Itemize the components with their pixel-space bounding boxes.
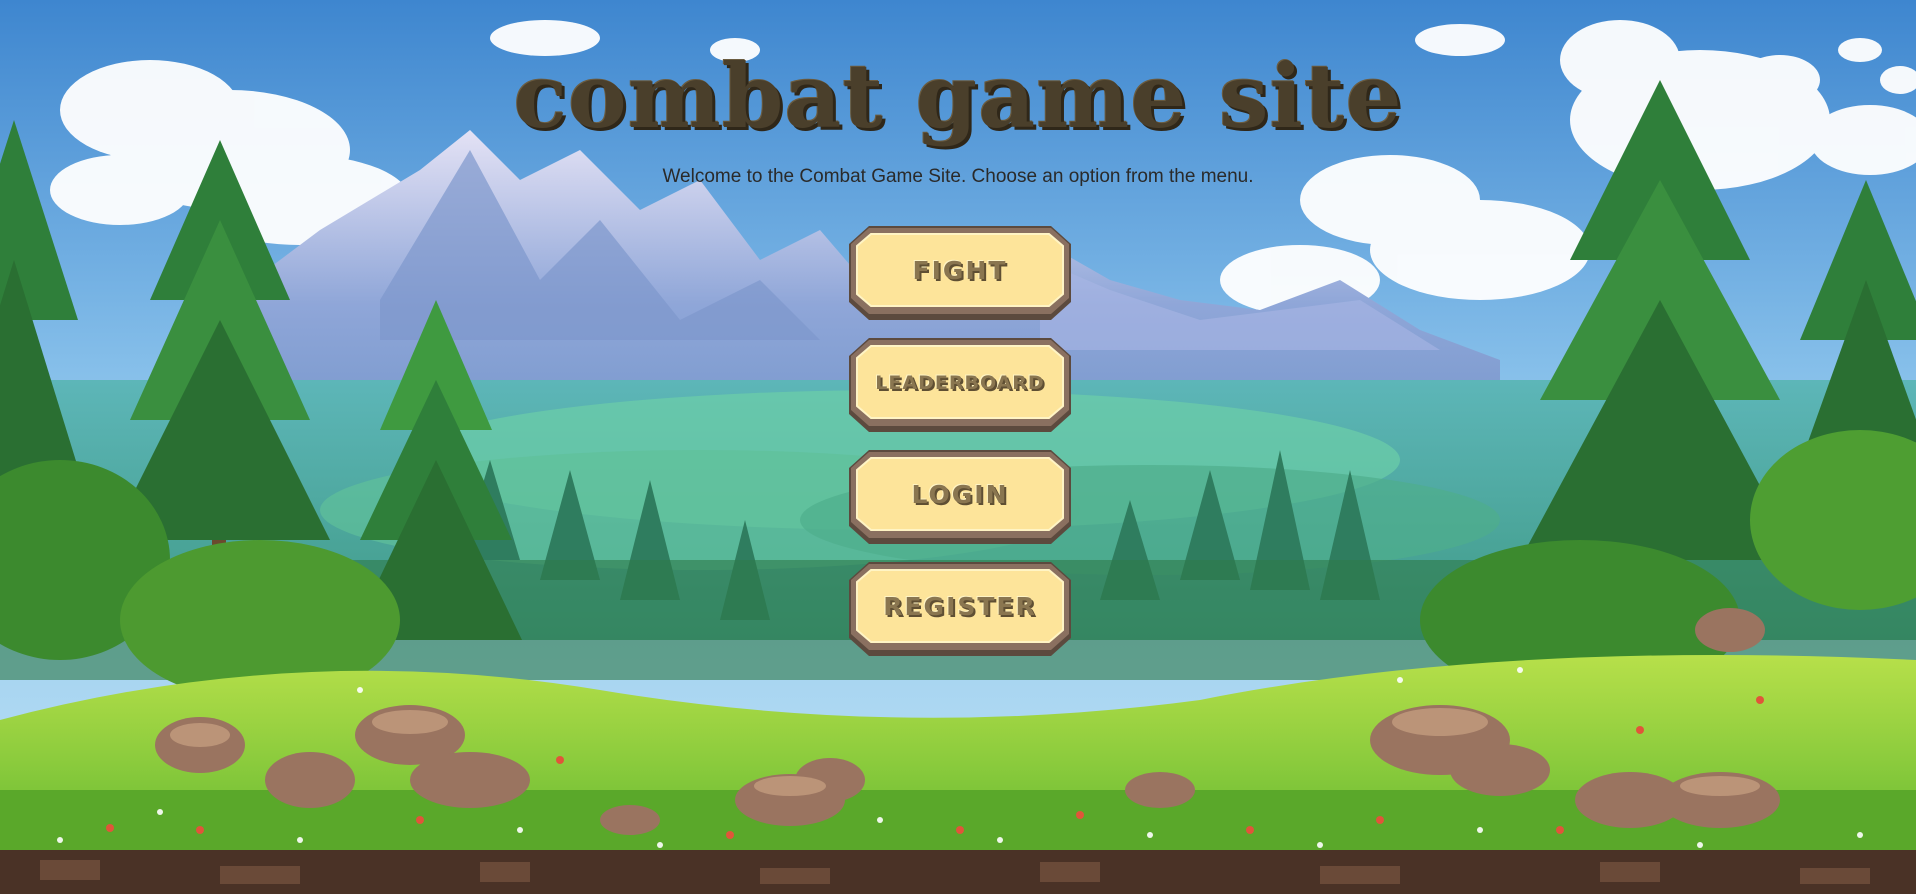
leaderboard-button-label: LEADERBOARD — [875, 372, 1045, 394]
register-button[interactable]: REGISTER — [849, 562, 1071, 656]
fight-button-label: FIGHT — [912, 256, 1008, 285]
welcome-text: Welcome to the Combat Game Site. Choose … — [662, 166, 1254, 187]
login-button[interactable]: LOGIN — [849, 450, 1071, 544]
main-menu: FIGHT LEADERBOARD LOGIN REGISTER — [849, 226, 1071, 674]
login-button-label: LOGIN — [911, 480, 1009, 509]
main-content: combat game site Welcome to the Combat G… — [0, 0, 1916, 894]
page-title: combat game site — [513, 44, 1403, 148]
fight-button[interactable]: FIGHT — [849, 226, 1071, 320]
leaderboard-button[interactable]: LEADERBOARD — [849, 338, 1071, 432]
register-button-label: REGISTER — [883, 592, 1037, 621]
